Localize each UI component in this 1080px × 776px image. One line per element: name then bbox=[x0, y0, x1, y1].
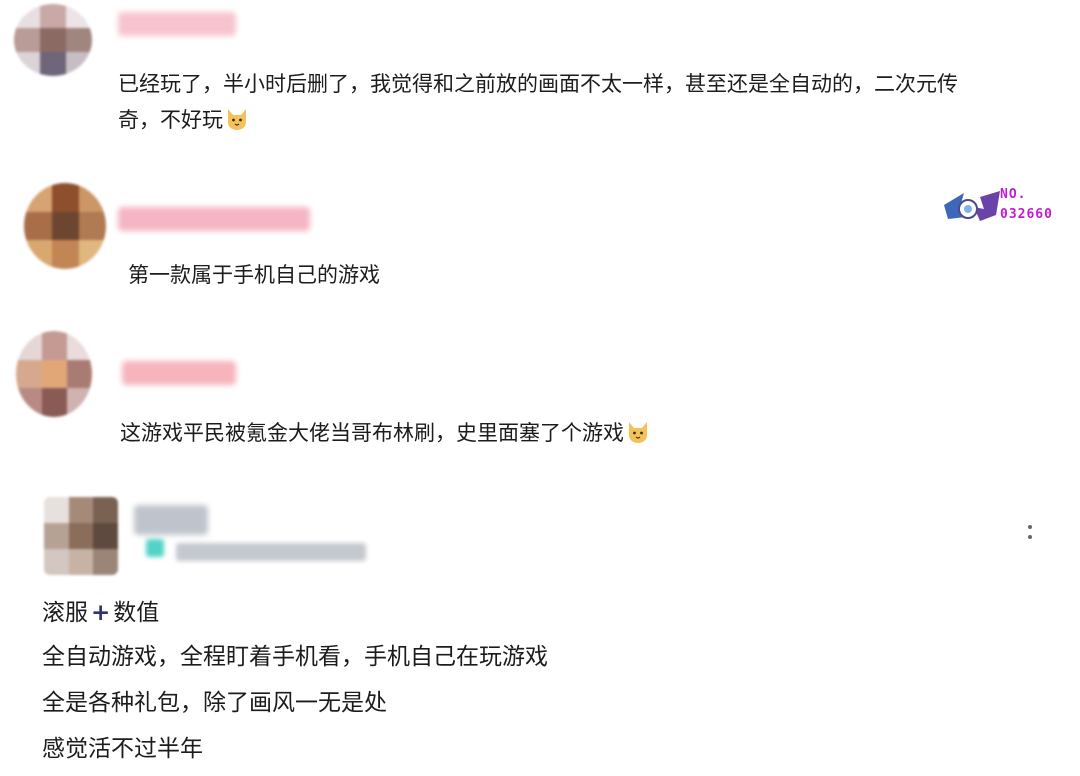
comment-text: 这游戏平民被氪金大佬当哥布林刷，史里面塞了个游戏 bbox=[120, 421, 624, 445]
comment-text: 全自动游戏，全程盯着手机看，手机自己在玩游戏 bbox=[42, 644, 548, 670]
comment-item: 滚服 + 数值 全自动游戏，全程盯着手机看，手机自己在玩游戏 全是各种礼包，除了画风… bbox=[0, 485, 1080, 776]
username-blurred[interactable] bbox=[134, 505, 208, 535]
comment-text-line: 全是各种礼包，除了画风一无是处 bbox=[42, 683, 387, 723]
user-meta-blurred bbox=[146, 539, 164, 557]
comment-text-line: 感觉活不过半年 bbox=[42, 729, 203, 769]
avatar[interactable] bbox=[44, 497, 118, 575]
user-meta-blurred bbox=[176, 543, 366, 561]
comment-text: 数值 bbox=[113, 600, 160, 626]
username-blurred[interactable] bbox=[122, 361, 236, 385]
comment-item: 这游戏平民被氪金大佬当哥布林刷，史里面塞了个游戏 bbox=[0, 325, 1080, 485]
comment-text: 已经玩了，半小时后删了，我觉得和之前放的画面不太一样，甚至还是全自动的，二次元传 bbox=[118, 72, 958, 96]
badge-no-label: NO. bbox=[1000, 187, 1027, 202]
comment-text-line: 第一款属于手机自己的游戏 bbox=[128, 257, 380, 293]
comment-text-line: 已经玩了，半小时后删了，我觉得和之前放的画面不太一样，甚至还是全自动的，二次元传 bbox=[118, 66, 958, 102]
comment-text-line: 奇，不好玩 bbox=[118, 102, 249, 138]
comment-item: 已经玩了，半小时后删了，我觉得和之前放的画面不太一样，甚至还是全自动的，二次元传… bbox=[0, 0, 1080, 175]
avatar[interactable] bbox=[16, 331, 92, 417]
wing-emblem-icon bbox=[944, 191, 1000, 221]
plus-icon: + bbox=[91, 600, 111, 626]
cat-face-emoji bbox=[228, 109, 246, 130]
username-blurred[interactable] bbox=[118, 207, 310, 231]
comment-text: 感觉活不过半年 bbox=[42, 736, 203, 762]
comment-item: NO. 032660 第一款属于手机自己的游戏 bbox=[0, 175, 1080, 325]
badge-number: 032660 bbox=[1000, 207, 1053, 222]
comment-text-line: 这游戏平民被氪金大佬当哥布林刷，史里面塞了个游戏 bbox=[120, 415, 650, 451]
comment-text-line: 全自动游戏，全程盯着手机看，手机自己在玩游戏 bbox=[42, 637, 548, 677]
comment-text: 全是各种礼包，除了画风一无是处 bbox=[42, 690, 387, 716]
comment-text: 第一款属于手机自己的游戏 bbox=[128, 263, 380, 287]
avatar[interactable] bbox=[24, 183, 106, 269]
username-blurred[interactable] bbox=[118, 12, 236, 36]
comment-text: 奇，不好玩 bbox=[118, 108, 223, 132]
more-vertical-icon[interactable] bbox=[1028, 525, 1034, 545]
comment-text: 滚服 bbox=[42, 600, 88, 626]
comment-text-line: 滚服 + 数值 bbox=[42, 593, 159, 633]
level-badge-icon: NO. 032660 bbox=[940, 185, 1070, 231]
avatar[interactable] bbox=[14, 4, 92, 76]
cat-face-emoji bbox=[629, 422, 647, 443]
